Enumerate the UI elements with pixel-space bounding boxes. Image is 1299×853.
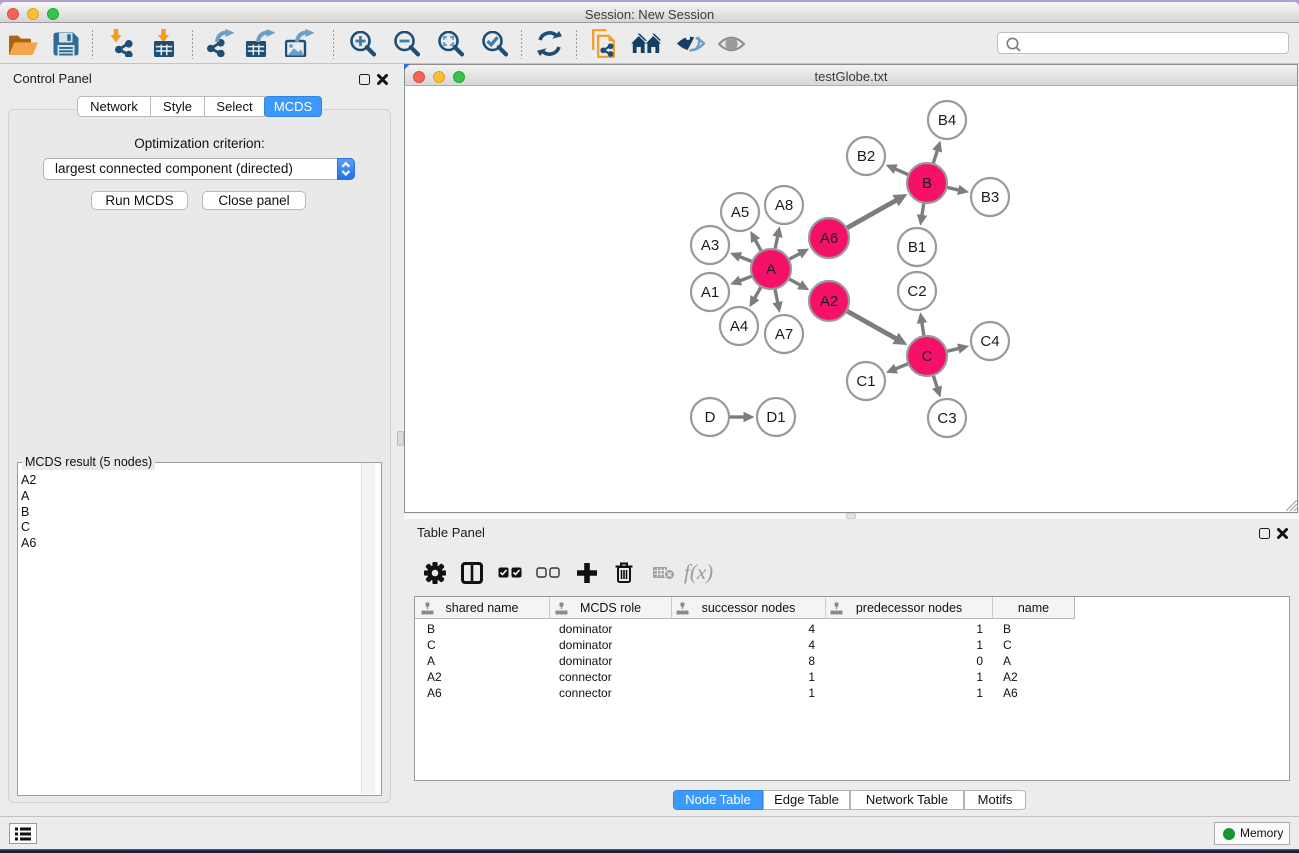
svg-text:B4: B4 [938,112,956,129]
svg-text:A1: A1 [701,284,719,301]
svg-text:B2: B2 [857,148,875,165]
svg-text:D1: D1 [766,409,785,426]
svg-text:B1: B1 [908,239,926,256]
svg-text:A3: A3 [701,237,719,254]
svg-text:A8: A8 [775,197,793,214]
svg-text:C4: C4 [980,333,999,350]
svg-text:C: C [922,348,933,365]
svg-text:B3: B3 [981,189,999,206]
svg-text:C2: C2 [907,283,926,300]
svg-text:A4: A4 [730,318,748,335]
svg-text:A2: A2 [820,293,838,310]
svg-text:D: D [705,409,716,426]
svg-text:C1: C1 [856,373,875,390]
svg-text:A6: A6 [820,230,838,247]
svg-text:B: B [922,175,932,192]
svg-text:A5: A5 [731,204,749,221]
svg-text:A7: A7 [775,326,793,343]
svg-text:A: A [766,261,776,278]
svg-text:C3: C3 [937,410,956,427]
